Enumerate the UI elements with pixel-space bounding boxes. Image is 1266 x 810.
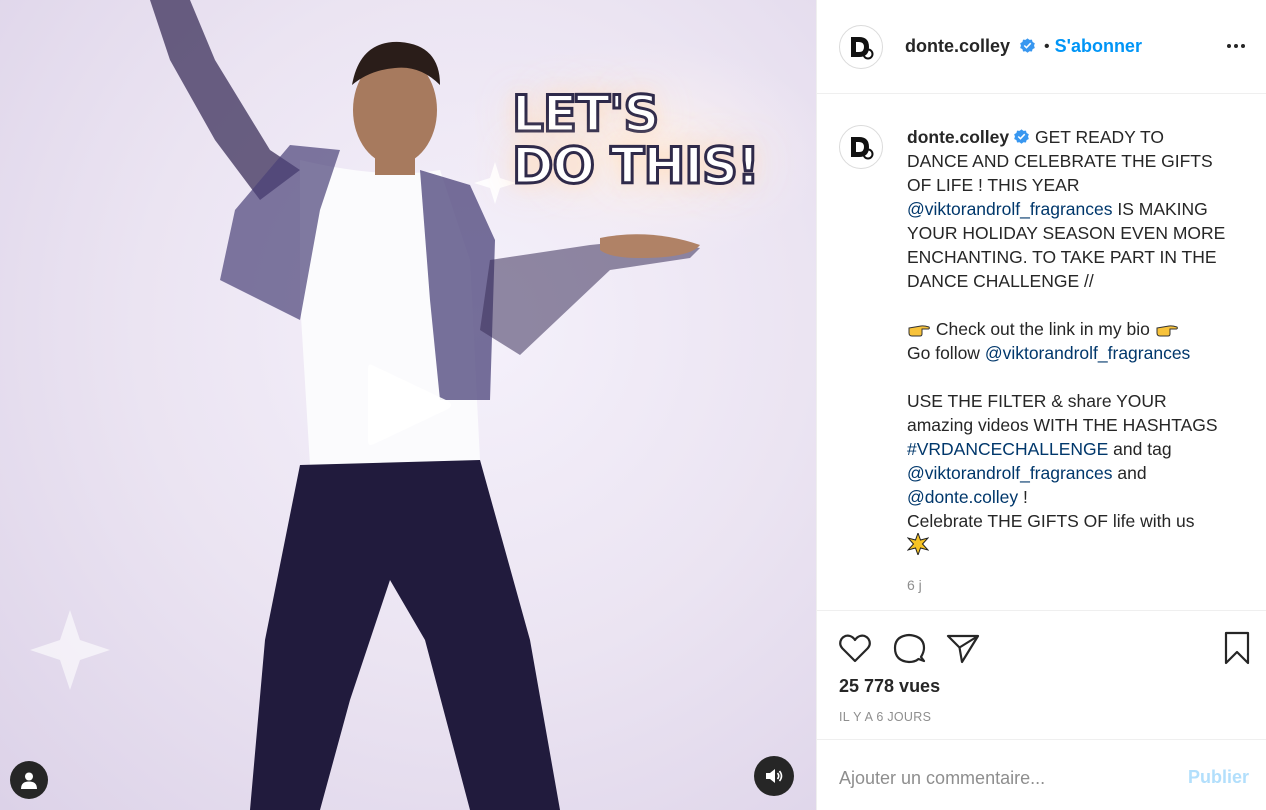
- post-side-panel: donte.colley • S'abonner donte.colley GE…: [816, 0, 1266, 810]
- more-options-icon[interactable]: [1224, 34, 1248, 58]
- post-header: donte.colley • S'abonner: [817, 0, 1266, 94]
- caption-text: OF LIFE ! THIS YEAR: [907, 175, 1080, 195]
- caption-text: DANCE CHALLENGE //: [907, 271, 1094, 291]
- caption-text: and: [1112, 463, 1147, 483]
- caption-text: !: [1018, 487, 1028, 507]
- caption-text: ENCHANTING. TO TAKE PART IN THE: [907, 247, 1217, 267]
- pointing-hand-icon: [1156, 325, 1178, 337]
- caption-text: Go follow: [907, 343, 985, 363]
- verified-badge-icon: [1020, 38, 1035, 53]
- caption-text: IS MAKING: [1112, 199, 1208, 219]
- caption-text: DANCE AND CELEBRATE THE GIFTS: [907, 151, 1213, 171]
- caption-text: YOUR HOLIDAY SEASON EVEN MORE: [907, 223, 1226, 243]
- sound-toggle-button[interactable]: [754, 756, 794, 796]
- mention-link[interactable]: @donte.colley: [907, 487, 1018, 507]
- caption-area: donte.colley GET READY TO DANCE AND CELE…: [817, 95, 1266, 611]
- caption-text: Check out the link in my bio: [931, 319, 1155, 339]
- verified-badge-icon: [1014, 129, 1029, 144]
- video-overlay-text: LET'S DO THIS!: [511, 85, 802, 195]
- mention-link[interactable]: @viktorandrolf_fragrances: [985, 343, 1191, 363]
- comment-icon[interactable]: [891, 630, 927, 666]
- caption-text: USE THE FILTER & share YOUR: [907, 391, 1167, 411]
- caption-text: amazing videos WITH THE HASHTAGS: [907, 415, 1218, 435]
- comment-form: Publier: [817, 741, 1266, 810]
- overlay-line-1: LET'S: [511, 85, 661, 143]
- pointing-hand-icon: [908, 325, 930, 337]
- caption-time-ago: 6 j: [907, 577, 922, 593]
- view-count[interactable]: 25 778 vues: [839, 676, 940, 697]
- hashtag-link[interactable]: #VRDANCECHALLENGE: [907, 439, 1108, 459]
- comment-input[interactable]: [839, 763, 1159, 793]
- play-icon[interactable]: [360, 355, 460, 455]
- avatar[interactable]: [839, 24, 883, 69]
- post-timestamp[interactable]: IL Y A 6 JOURS: [839, 710, 931, 724]
- header-username-text[interactable]: donte.colley: [905, 36, 1010, 56]
- header-separator: •: [1044, 37, 1050, 55]
- bookmark-icon[interactable]: [1219, 630, 1255, 666]
- caption-text: and tag: [1108, 439, 1172, 459]
- header-username[interactable]: donte.colley: [905, 36, 1036, 57]
- mention-link[interactable]: @viktorandrolf_fragrances: [907, 463, 1113, 483]
- avatar-logo-icon: [851, 36, 874, 59]
- publish-button[interactable]: Publier: [1188, 767, 1249, 788]
- user-icon: [21, 772, 37, 789]
- caption-text: GET READY TO: [1034, 127, 1165, 147]
- caption-avatar[interactable]: [839, 125, 883, 169]
- overlay-line-2: DO THIS!: [511, 137, 762, 195]
- sparkle-emoji-icon: [906, 531, 930, 557]
- avatar-logo-icon: [851, 137, 874, 160]
- follow-button[interactable]: S'abonner: [1055, 36, 1142, 57]
- post-actions: 25 778 vues IL Y A 6 JOURS: [817, 612, 1266, 740]
- post-video[interactable]: LET'S DO THIS!: [0, 0, 816, 810]
- share-icon[interactable]: [945, 630, 981, 666]
- caption-username[interactable]: donte.colley: [907, 127, 1009, 147]
- heart-icon[interactable]: [837, 630, 873, 666]
- mention-link[interactable]: @viktorandrolf_fragrances: [907, 199, 1113, 219]
- post-caption: donte.colley GET READY TO DANCE AND CELE…: [906, 125, 1247, 557]
- caption-text: Celebrate THE GIFTS OF life with us: [907, 511, 1195, 531]
- user-tag-button[interactable]: [10, 761, 48, 799]
- speaker-icon: [766, 769, 783, 783]
